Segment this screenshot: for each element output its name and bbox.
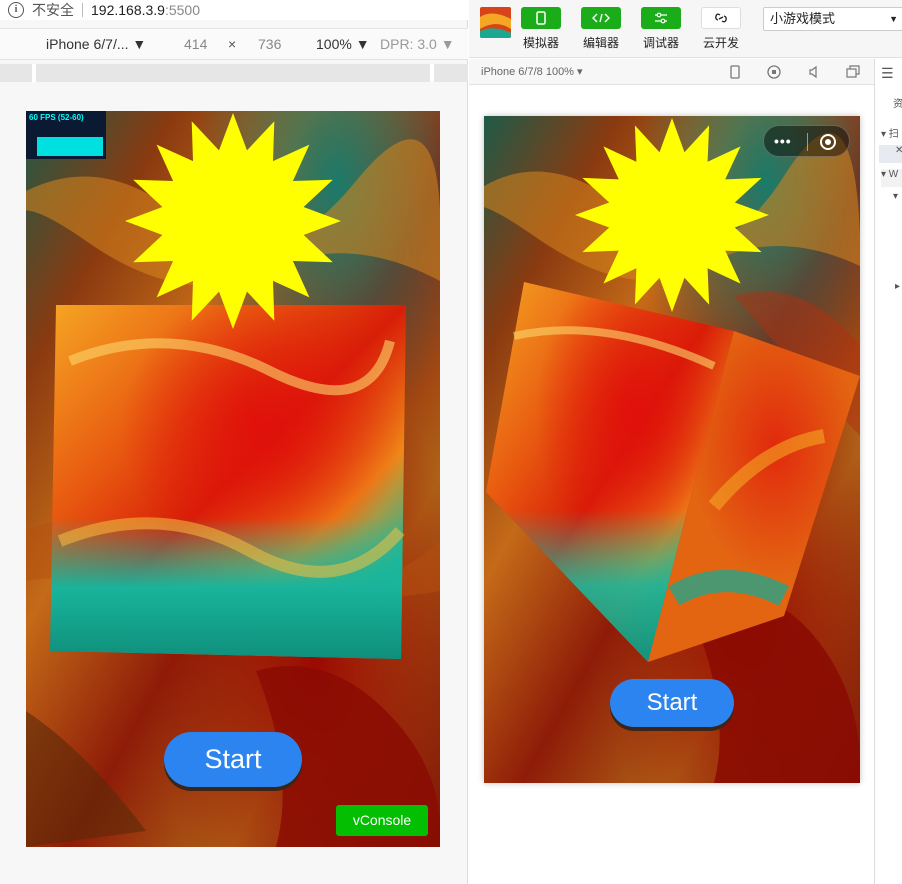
debug-panel: ☰ 资 ▾ 扫 ✕ ▾ W ▾ ▸ <box>874 59 902 884</box>
address-divider <box>82 3 83 17</box>
simulator-button[interactable] <box>521 7 561 29</box>
mode-select-value: 小游戏模式 <box>770 11 836 26</box>
wechat-devtools: 模拟器 编辑器 调试器 云开发 小游戏模式 ▼ iPhone 6/7/8 100… <box>469 0 902 884</box>
dpr-select[interactable]: DPR: 3.0 ▼ <box>380 36 455 52</box>
project-avatar[interactable] <box>480 7 511 38</box>
editor-button[interactable] <box>581 7 621 29</box>
menu-capsule: ••• <box>763 125 850 157</box>
panel-item[interactable]: ✕ <box>879 145 902 163</box>
chevron-down-icon: ▼ <box>440 36 455 52</box>
start-button[interactable]: Start <box>610 679 734 727</box>
panel-item[interactable]: ▾ <box>893 191 902 209</box>
cloud-dev-button[interactable] <box>701 7 741 29</box>
zoom-select[interactable]: 100% ▼ <box>316 36 370 52</box>
media-query-bar[interactable] <box>434 64 468 82</box>
capsule-divider <box>807 133 808 151</box>
url-port: :5500 <box>164 2 201 18</box>
media-query-bars <box>0 64 468 82</box>
fps-text: 60 FPS (52-60) <box>29 113 84 122</box>
debugger-button[interactable] <box>641 7 681 29</box>
fps-meter: 60 FPS (52-60) <box>26 111 106 159</box>
sound-icon[interactable] <box>806 64 822 80</box>
sun-star <box>125 113 341 329</box>
phone-icon <box>536 11 546 25</box>
device-phone-icon[interactable] <box>727 64 743 80</box>
detach-window-icon[interactable] <box>845 64 861 80</box>
panel-item[interactable]: ▸ <box>895 281 902 299</box>
devtools-toolbar: 模拟器 编辑器 调试器 云开发 小游戏模式 ▼ <box>469 0 902 58</box>
panel-item[interactable]: ▾ 扫 <box>881 125 902 143</box>
panel-item[interactable]: ▾ W <box>881 169 902 187</box>
dpr-value: DPR: 3.0 <box>380 36 437 52</box>
url-host: 192.168.3.9 <box>91 2 165 18</box>
chrome-window: i 不安全 192.168.3.9:5500 iPhone 6/7/... ▼ … <box>0 0 468 884</box>
device-toolbar: iPhone 6/7/... ▼ 414 × 736 100% ▼ DPR: 3… <box>0 28 468 60</box>
sliders-icon <box>655 12 667 24</box>
zoom-value: 100% <box>316 36 352 52</box>
simulator-screen[interactable]: ••• Start <box>484 116 860 783</box>
dimension-times: × <box>228 36 237 52</box>
game-canvas[interactable]: 60 FPS (52-60) Start vConsole <box>26 111 440 847</box>
width-input[interactable]: 414 <box>184 36 207 52</box>
panel-item[interactable]: 资 <box>893 95 902 113</box>
chevron-down-icon: ▼ <box>355 36 370 52</box>
media-query-bar[interactable] <box>36 64 430 82</box>
device-select[interactable]: iPhone 6/7/... ▼ <box>46 36 146 52</box>
editor-label: 编辑器 <box>582 36 619 50</box>
code-icon <box>592 13 610 23</box>
start-button[interactable]: Start <box>164 732 302 787</box>
info-icon[interactable]: i <box>8 2 24 18</box>
fps-graph <box>37 137 103 156</box>
sun-star <box>575 118 769 312</box>
simulator-label: 模拟器 <box>522 36 559 50</box>
cloud-dev-label: 云开发 <box>702 36 739 50</box>
mode-select[interactable]: 小游戏模式 ▼ <box>763 7 902 31</box>
insecure-label: 不安全 <box>32 2 74 18</box>
rotating-cube <box>486 282 860 662</box>
debugger-label: 调试器 <box>642 36 679 50</box>
device-select-label: iPhone 6/7/... <box>46 36 129 52</box>
address-bar[interactable]: i 不安全 192.168.3.9:5500 <box>0 0 468 20</box>
list-icon[interactable]: ☰ <box>881 65 902 83</box>
media-query-bar[interactable] <box>0 64 32 82</box>
link-icon <box>715 13 727 23</box>
chevron-down-icon: ▼ <box>132 36 147 52</box>
simulator-toolbar: iPhone 6/7/8 100% ▾ <box>469 59 874 85</box>
device-select[interactable]: iPhone 6/7/8 100% ▾ <box>481 65 583 78</box>
vconsole-button[interactable]: vConsole <box>336 805 428 836</box>
cube-face <box>50 305 406 659</box>
chevron-down-icon: ▼ <box>889 14 898 24</box>
more-menu-icon[interactable]: ••• <box>774 134 792 148</box>
close-target-icon[interactable] <box>820 134 836 150</box>
height-input[interactable]: 736 <box>258 36 281 52</box>
stop-record-icon[interactable] <box>766 64 782 80</box>
